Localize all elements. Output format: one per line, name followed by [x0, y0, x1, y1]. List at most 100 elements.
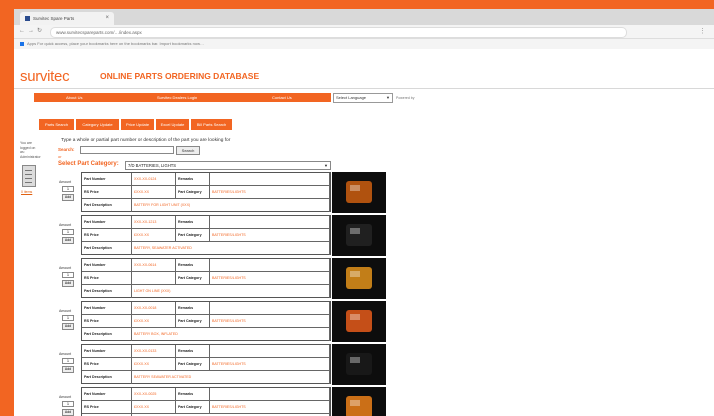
qty-input[interactable]: 1: [62, 358, 74, 364]
search-label: Search:: [58, 147, 75, 152]
tab-category-update[interactable]: Category Update: [76, 119, 119, 130]
nav-contact[interactable]: Contact Us: [272, 93, 292, 102]
tab-parts-search[interactable]: Parts Search: [39, 119, 74, 130]
rsp-label: RS Price: [82, 229, 132, 242]
part-number-value[interactable]: XXX-XX-0124: [132, 173, 176, 186]
menu-icon[interactable]: ⋮: [699, 25, 706, 38]
reload-icon[interactable]: ↻: [37, 25, 42, 38]
add-button[interactable]: Add: [62, 409, 74, 416]
parts-list: Amount 1 Add Part Number XXX-XX-0124 Remarks R…: [58, 172, 389, 416]
category-cell-value: BATTERIES/LIGHTS: [210, 186, 330, 199]
part-table: Part Number XXX-XX-0018 Remarks RS Price £XX…: [81, 301, 331, 341]
bookmarks-bar: Apps For quick access, place your bookma…: [14, 39, 714, 49]
logo-text: survitec: [20, 68, 70, 85]
nav-about[interactable]: About Us: [66, 93, 82, 102]
category-cell-label: Part Category: [176, 186, 210, 199]
part-table: Part Number XXX-XX-0025 Remarks RS Price £XX…: [81, 387, 331, 416]
description-value: BATTERY FOR LIGHT UNIT (XXX): [132, 199, 330, 212]
search-button[interactable]: Search: [176, 146, 200, 155]
part-number-value[interactable]: XXX-XX-0025: [132, 388, 176, 401]
qty-label: Amount: [59, 223, 72, 227]
part-table: Part Number XXX-XX-0133 Remarks RS Price £XX…: [81, 344, 331, 384]
part-photo[interactable]: [332, 387, 386, 416]
category-cell-value: BATTERIES/LIGHTS: [210, 358, 330, 371]
add-button[interactable]: Add: [62, 194, 74, 201]
add-button[interactable]: Add: [62, 366, 74, 373]
qty-input[interactable]: 1: [62, 272, 74, 278]
category-cell-value: BATTERIES/LIGHTS: [210, 401, 330, 414]
part-photo-image: [332, 301, 386, 342]
rsp-value: £XXX.XX: [132, 315, 176, 328]
page-content: survitec ONLINE PARTS ORDERING DATABASE …: [14, 50, 714, 416]
qty-control: Amount 1 Add: [58, 352, 80, 382]
rsp-value: [132, 272, 176, 285]
description-value: LIGHT ON LINE (XXX): [132, 285, 330, 298]
add-button[interactable]: Add: [62, 237, 74, 244]
qty-input[interactable]: 1: [62, 401, 74, 407]
apps-icon[interactable]: [20, 41, 24, 46]
qty-label: Amount: [59, 266, 72, 270]
part-row: Amount 1 Add Part Number XXX-XX-0025 Remarks R…: [58, 387, 389, 416]
part-photo[interactable]: [332, 301, 386, 342]
address-bar-row: ← → ↻ www.survitecspareparts.com/…/index…: [14, 25, 714, 39]
remarks-value: [210, 388, 330, 401]
chevron-down-icon: ▼: [386, 95, 390, 100]
remarks-label: Remarks: [176, 302, 210, 315]
description-label: Part Description: [82, 285, 132, 298]
search-input[interactable]: [80, 146, 174, 154]
cart-icon[interactable]: [22, 165, 36, 187]
cart-link[interactable]: 0 items: [21, 190, 32, 194]
close-tab-icon[interactable]: ×: [105, 12, 109, 25]
add-button[interactable]: Add: [62, 280, 74, 287]
back-icon[interactable]: ←: [19, 25, 25, 38]
language-value: Select Language: [336, 95, 367, 100]
tab-bill-parts-search[interactable]: Bill Parts Search: [191, 119, 232, 130]
qty-control: Amount 1 Add: [58, 180, 80, 210]
part-row: Amount 1 Add Part Number XXX-XX-1213 Remarks R…: [58, 215, 389, 256]
part-photo-image: [332, 258, 386, 299]
rsp-label: RS Price: [82, 315, 132, 328]
forward-icon[interactable]: →: [28, 25, 34, 38]
description-label: Part Description: [82, 242, 132, 255]
qty-control: Amount 1 Add: [58, 395, 80, 416]
remarks-value: [210, 173, 330, 186]
url-input[interactable]: www.survitecspareparts.com/…/index.aspx: [50, 27, 627, 38]
tab-title: Survitec Spare Parts: [33, 16, 75, 21]
bookmarks-text: Apps For quick access, place your bookma…: [27, 41, 204, 46]
qty-input[interactable]: 1: [62, 315, 74, 321]
part-number-value[interactable]: XXX-XX-0018: [132, 302, 176, 315]
part-row: Amount 1 Add Part Number XXX-XX-0018 Remarks R…: [58, 301, 389, 342]
header-divider: [14, 88, 714, 89]
qty-input[interactable]: 1: [62, 186, 74, 192]
part-number-value[interactable]: XXX-XX-0133: [132, 345, 176, 358]
category-cell-label: Part Category: [176, 401, 210, 414]
part-table: Part Number XXX-XX-0614 Remarks RS Price Par…: [81, 258, 331, 298]
category-cell-label: Part Category: [176, 315, 210, 328]
remarks-label: Remarks: [176, 388, 210, 401]
language-select[interactable]: Select Language ▼: [333, 93, 393, 103]
browser-tab[interactable]: Survitec Spare Parts ×: [20, 12, 114, 25]
part-number-label: Part Number: [82, 173, 132, 186]
qty-input[interactable]: 1: [62, 229, 74, 235]
part-row: Amount 1 Add Part Number XXX-XX-0614 Remarks R…: [58, 258, 389, 299]
chevron-down-icon: ▼: [324, 163, 328, 168]
survitec-logo[interactable]: survitec: [20, 68, 70, 85]
rsp-label: RS Price: [82, 186, 132, 199]
rsp-label: RS Price: [82, 401, 132, 414]
add-button[interactable]: Add: [62, 323, 74, 330]
qty-label: Amount: [59, 352, 72, 356]
part-photo[interactable]: [332, 344, 386, 385]
nav-dealers-login[interactable]: Survitec Dealers Login: [157, 93, 197, 102]
part-photo-image: [332, 215, 386, 256]
remarks-value: [210, 216, 330, 229]
part-photo[interactable]: [332, 258, 386, 299]
tab-excel-update[interactable]: Excel Update: [156, 119, 189, 130]
rsp-label: RS Price: [82, 272, 132, 285]
part-number-value[interactable]: XXX-XX-1213: [132, 216, 176, 229]
tab-price-update[interactable]: Price Update: [121, 119, 154, 130]
part-photo[interactable]: [332, 172, 386, 213]
category-select[interactable]: 7/D BATTERIES, LIGHTS ▼: [125, 161, 331, 170]
part-number-value[interactable]: XXX-XX-0614: [132, 259, 176, 272]
part-photo[interactable]: [332, 215, 386, 256]
part-photo-image: [332, 387, 386, 416]
